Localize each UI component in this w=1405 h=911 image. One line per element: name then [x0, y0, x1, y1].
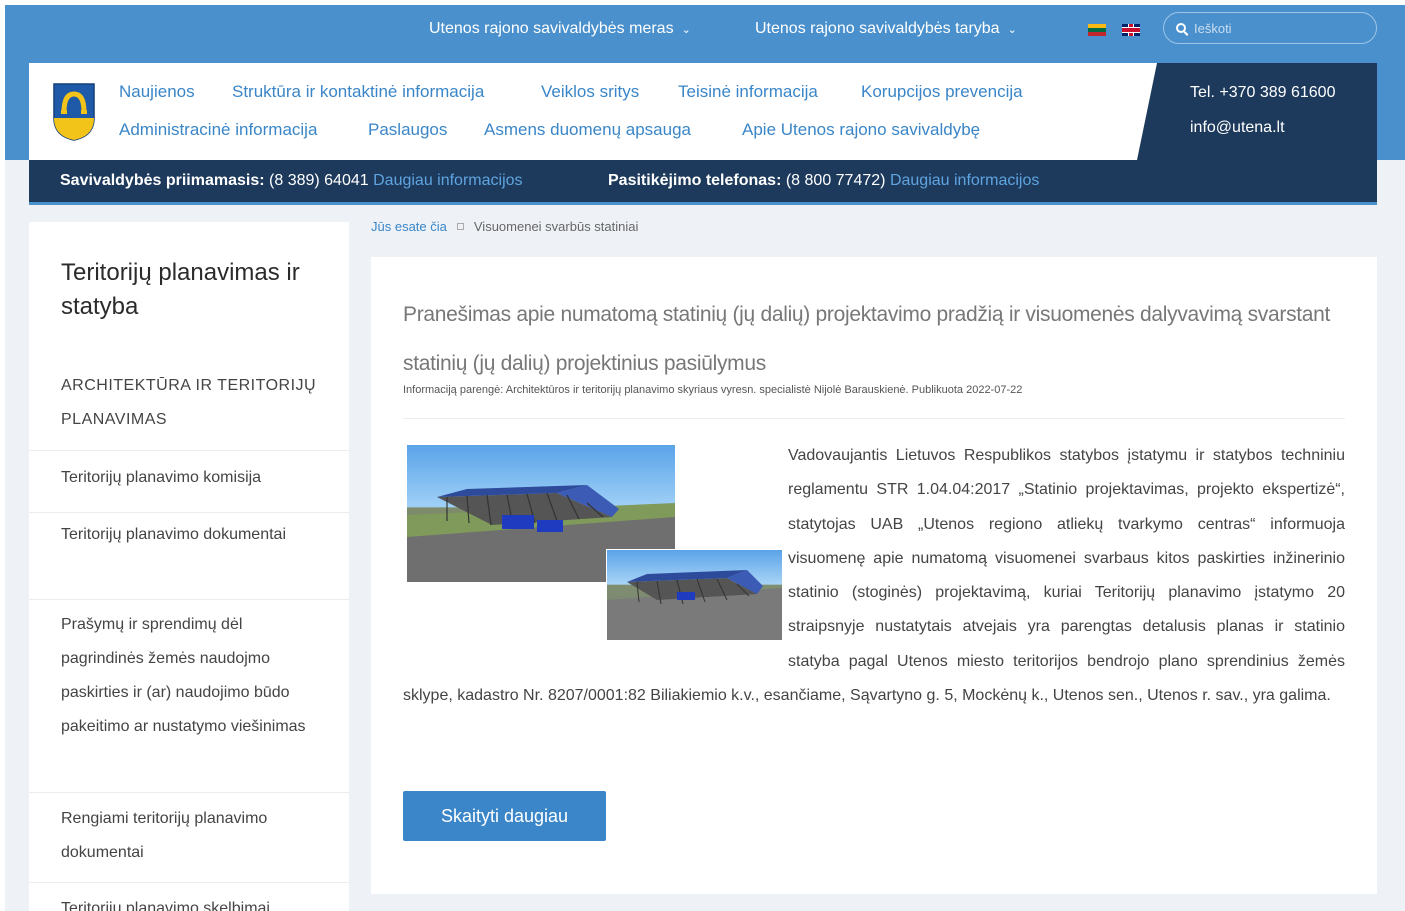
- contact-panel: [1137, 63, 1377, 160]
- article-title[interactable]: Pranešimas apie numatomą statinių (jų da…: [403, 290, 1353, 388]
- chevron-down-icon: ⌄: [681, 23, 691, 36]
- shelter-illustration-small: [607, 570, 782, 640]
- sidebar-item-prepared-documents[interactable]: Rengiami teritorijų planavimo dokumentai: [61, 802, 321, 870]
- sidebar-title: Teritorijų planavimas ir statyba: [61, 259, 300, 320]
- breadcrumb: Jūs esate čia Visuomenei svarbūs statini…: [371, 219, 638, 234]
- sidebar: Teritorijų planavimas ir statyba ARCHITE…: [29, 222, 349, 911]
- divider: [29, 792, 349, 793]
- reception-info: Savivaldybės priimamasis: (8 389) 64041 …: [60, 172, 523, 190]
- article-meta: Informaciją parengė: Architektūros ir te…: [403, 384, 1023, 396]
- lithuanian-flag-icon[interactable]: [1088, 24, 1106, 36]
- trust-number: (8 800 77472): [785, 172, 886, 189]
- shelter-render-image-small: [606, 549, 782, 640]
- nav-corruption-prevention[interactable]: Korupcijos prevencija: [861, 82, 1023, 102]
- nav-activity-areas[interactable]: Veiklos sritys: [541, 82, 639, 102]
- sidebar-item-architecture[interactable]: ARCHITEKTŪRA IR TERITORIJŲ PLANAVIMAS: [61, 369, 321, 437]
- trust-more-link[interactable]: Daugiau informacijos: [890, 172, 1039, 189]
- divider: [29, 882, 349, 883]
- breadcrumb-root[interactable]: Jūs esate čia: [371, 219, 447, 234]
- search-input[interactable]: [1194, 20, 1364, 36]
- mayor-menu[interactable]: Utenos rajono savivaldybės meras ⌄: [429, 20, 691, 38]
- contact-phone[interactable]: Tel. +370 389 61600: [1190, 84, 1335, 102]
- nav-about[interactable]: Apie Utenos rajono savivaldybę: [742, 120, 980, 140]
- divider: [29, 450, 349, 451]
- nav-news[interactable]: Naujienos: [119, 82, 195, 102]
- reception-number: (8 389) 64041: [269, 172, 369, 189]
- nav-administrative-info[interactable]: Administracinė informacija: [119, 120, 317, 140]
- sidebar-item-planning-documents[interactable]: Teritorijų planavimo dokumentai: [61, 518, 321, 552]
- search-box[interactable]: [1163, 12, 1377, 44]
- sidebar-item-planning-notices[interactable]: Teritorijų planavimo skelbimai: [61, 892, 321, 911]
- square-separator-icon: [456, 223, 464, 230]
- council-menu-label: Utenos rajono savivaldybės taryba: [755, 20, 1000, 37]
- trust-label: Pasitikėjimo telefonas:: [608, 172, 782, 189]
- chevron-down-icon: ⌄: [1007, 23, 1017, 36]
- sidebar-item-planning-commission[interactable]: Teritorijų planavimo komisija: [61, 461, 321, 495]
- divider: [29, 512, 349, 513]
- nav-data-protection[interactable]: Asmens duomenų apsauga: [484, 120, 691, 140]
- contact-email[interactable]: info@utena.lt: [1190, 119, 1285, 137]
- divider: [29, 599, 349, 600]
- read-more-button[interactable]: Skaityti daugiau: [403, 791, 606, 841]
- divider: [403, 418, 1345, 419]
- coat-of-arms-logo[interactable]: [52, 82, 96, 142]
- info-strip: Savivaldybės priimamasis: (8 389) 64041 …: [29, 160, 1377, 205]
- sidebar-item-land-use-requests[interactable]: Prašymų ir sprendimų dėl pagrindinės žem…: [61, 608, 321, 744]
- reception-more-link[interactable]: Daugiau informacijos: [373, 172, 522, 189]
- trust-phone-info: Pasitikėjimo telefonas: (8 800 77472) Da…: [608, 172, 1039, 190]
- nav-structure-contacts[interactable]: Struktūra ir kontaktinė informacija: [232, 82, 484, 102]
- nav-services[interactable]: Paslaugos: [368, 120, 447, 140]
- reception-label: Savivaldybės priimamasis:: [60, 172, 265, 189]
- english-flag-icon[interactable]: [1122, 24, 1140, 36]
- nav-legal-info[interactable]: Teisinė informacija: [678, 82, 818, 102]
- search-icon: [1176, 23, 1186, 33]
- breadcrumb-current: Visuomenei svarbūs statiniai: [473, 219, 639, 234]
- mayor-menu-label: Utenos rajono savivaldybės meras: [429, 20, 674, 37]
- council-menu[interactable]: Utenos rajono savivaldybės taryba ⌄: [755, 20, 1017, 38]
